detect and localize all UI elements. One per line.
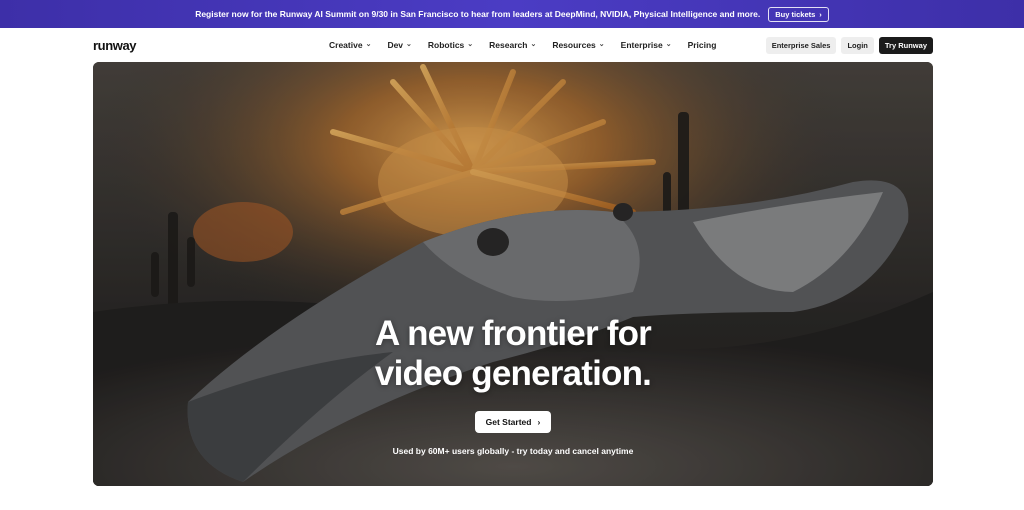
- nav-item-resources[interactable]: Resources ⌄: [552, 40, 604, 50]
- chevron-down-icon: ⌄: [467, 41, 474, 48]
- nav-item-dev[interactable]: Dev ⌄: [387, 40, 411, 50]
- chevron-down-icon: ⌄: [598, 41, 605, 48]
- enterprise-sales-button[interactable]: Enterprise Sales: [765, 37, 837, 54]
- top-navigation: runway Creative ⌄ Dev ⌄ Robotics ⌄ Resea…: [0, 28, 1024, 62]
- main-menu: Creative ⌄ Dev ⌄ Robotics ⌄ Research ⌄ R…: [329, 40, 716, 50]
- nav-item-label: Enterprise: [620, 40, 663, 50]
- nav-item-label: Robotics: [427, 40, 465, 50]
- nav-item-pricing[interactable]: Pricing: [688, 40, 717, 50]
- chevron-down-icon: ⌄: [406, 41, 412, 48]
- chevron-right-icon: ›: [819, 9, 822, 19]
- announcement-bar: Register now for the Runway AI Summit on…: [0, 0, 1024, 28]
- get-started-button[interactable]: Get Started ›: [475, 411, 551, 433]
- nav-item-research[interactable]: Research ⌄: [489, 40, 536, 50]
- chevron-down-icon: ⌄: [530, 41, 537, 48]
- announcement-text: Register now for the Runway AI Summit on…: [195, 9, 761, 19]
- hero-video: A new frontier for video generation. Get…: [93, 62, 933, 486]
- nav-item-label: Creative: [329, 40, 363, 50]
- chevron-right-icon: ›: [537, 417, 541, 427]
- buy-tickets-label: Buy tickets: [775, 9, 816, 19]
- hero-title-line-1: A new frontier for: [375, 314, 652, 353]
- runway-logo[interactable]: runway: [93, 38, 137, 53]
- nav-item-enterprise[interactable]: Enterprise ⌄: [621, 40, 672, 50]
- get-started-label: Get Started: [485, 417, 532, 427]
- nav-actions: Enterprise Sales Login Try Runway: [765, 37, 933, 54]
- chevron-down-icon: ⌄: [365, 41, 372, 48]
- nav-item-creative[interactable]: Creative ⌄: [329, 40, 371, 50]
- nav-item-label: Dev: [387, 40, 404, 50]
- login-button[interactable]: Login: [841, 37, 874, 54]
- try-runway-button[interactable]: Try Runway: [878, 37, 933, 54]
- hero-title-line-2: video generation.: [374, 354, 652, 393]
- nav-item-robotics[interactable]: Robotics ⌄: [428, 40, 473, 50]
- nav-item-label: Research: [489, 40, 528, 50]
- hero-title: A new frontier for video generation.: [93, 314, 933, 394]
- hero-subtext: Used by 60M+ users globally - try today …: [392, 446, 634, 456]
- chevron-down-icon: ⌄: [665, 41, 672, 48]
- nav-item-label: Resources: [552, 40, 596, 50]
- buy-tickets-button[interactable]: Buy tickets ›: [768, 6, 829, 22]
- nav-item-label: Pricing: [687, 40, 717, 50]
